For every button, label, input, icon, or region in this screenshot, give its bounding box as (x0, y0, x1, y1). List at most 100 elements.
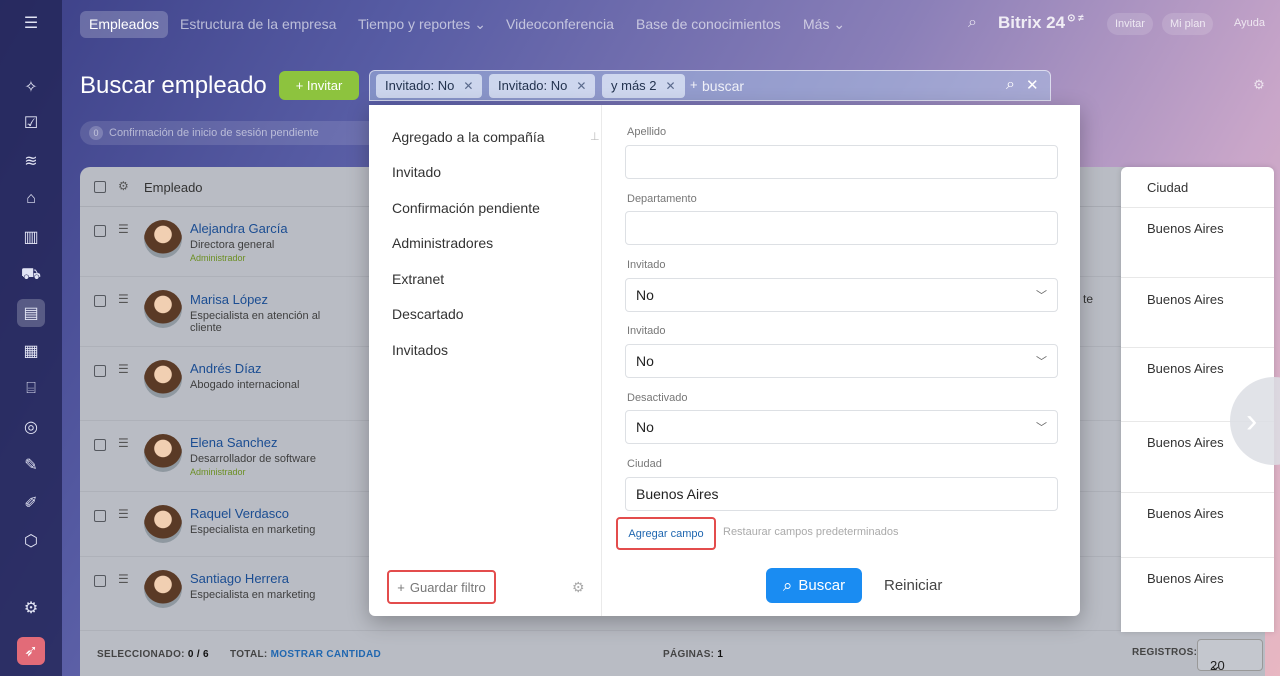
filter-tag[interactable]: Invitado: No ✕ (376, 74, 483, 98)
pen-icon[interactable]: ✐ (17, 489, 45, 517)
tab-tiempo-reportes[interactable]: Tiempo y reportes ⌄ (349, 11, 495, 38)
pin-icon[interactable]: ⊥ (590, 130, 600, 143)
top-navigation: Empleados Estructura de la empresa Tiemp… (62, 0, 1280, 48)
show-count-link[interactable]: MOSTRAR CANTIDAD (271, 649, 381, 660)
chevron-down-icon: ﹀ (1036, 422, 1047, 434)
employee-role: Administrador (190, 467, 246, 477)
sparkle-icon[interactable]: ✧ (17, 73, 45, 101)
drag-handle-icon[interactable]: ☰ (118, 362, 129, 376)
row-checkbox[interactable] (94, 439, 106, 451)
filter-tag[interactable]: y más 2 ✕ (602, 74, 685, 98)
column-employee: Empleado (144, 180, 203, 195)
chart-bars-icon[interactable]: ▥ (17, 223, 45, 251)
city-value: Buenos Aires (636, 486, 719, 502)
drag-handle-icon[interactable]: ☰ (118, 222, 129, 236)
help-link[interactable]: Ayuda (1234, 17, 1265, 29)
page-settings-icon[interactable]: ⚙ (1249, 75, 1269, 95)
drag-handle-icon[interactable]: ☰ (118, 572, 129, 586)
pending-label: Confirmación de inicio de sesión pendien… (109, 127, 319, 139)
close-icon[interactable]: ✕ (666, 79, 676, 93)
tab-base-conocimientos[interactable]: Base de conocimientos (627, 11, 790, 38)
tasks-check-icon[interactable]: ☑ (17, 109, 45, 137)
box-icon[interactable]: ⬡ (17, 527, 45, 555)
pending-confirmation-counter[interactable]: 0 Confirmación de inicio de sesión pendi… (80, 121, 380, 145)
row-checkbox[interactable] (94, 225, 106, 237)
drag-handle-icon[interactable]: ☰ (118, 292, 129, 306)
target-icon[interactable]: ◎ (17, 413, 45, 441)
invited-select[interactable]: No ﹀ (625, 344, 1058, 378)
tab-empleados[interactable]: Empleados (80, 11, 169, 38)
filter-settings-icon[interactable]: ⚙ (572, 579, 585, 596)
employee-role: Administrador (190, 253, 246, 263)
rocket-icon[interactable]: ➶ (17, 637, 45, 665)
search-icon[interactable]: ⌕ (1006, 76, 1015, 94)
row-checkbox[interactable] (94, 365, 106, 377)
surname-field[interactable] (625, 145, 1058, 179)
employee-name[interactable]: Elena Sanchez (190, 435, 277, 450)
chevron-down-icon: ⌄ (1210, 658, 1222, 673)
chevron-down-icon: ﹀ (1036, 290, 1047, 302)
settings-icon[interactable]: ⚙ (17, 594, 45, 622)
add-filter-plus: + (690, 77, 698, 92)
reset-button[interactable]: Reiniciar (884, 577, 942, 594)
preset-descartado[interactable]: Descartado (392, 306, 464, 322)
search-button[interactable]: ⌕ Buscar (766, 568, 862, 603)
close-icon[interactable]: ✕ (463, 79, 473, 93)
records-per-page-select[interactable]: 20 ⌄ (1197, 639, 1263, 673)
employees-card-icon[interactable]: ▤ (17, 299, 45, 327)
search-input[interactable] (702, 76, 992, 96)
preset-invitado[interactable]: Invitado (392, 164, 441, 180)
city-field[interactable]: Buenos Aires (625, 477, 1058, 511)
row-checkbox[interactable] (94, 575, 106, 587)
filter-tag[interactable]: Invitado: No ✕ (489, 74, 596, 98)
drag-handle-icon[interactable]: ☰ (118, 507, 129, 521)
column-settings-icon[interactable]: ⚙ (118, 179, 129, 193)
restore-default-fields-link[interactable]: Restaurar campos predeterminados (723, 526, 898, 538)
menu-icon[interactable]: ☰ (17, 9, 45, 37)
select-value: No (636, 353, 654, 369)
deactivated-select[interactable]: No ﹀ (625, 410, 1058, 444)
select-all-checkbox[interactable] (94, 181, 106, 193)
row-checkbox[interactable] (94, 510, 106, 522)
employee-name[interactable]: Raquel Verdasco (190, 506, 289, 521)
preset-administradores[interactable]: Administradores (392, 235, 493, 251)
tab-mas[interactable]: Más ⌄ (794, 11, 854, 38)
drag-handle-icon[interactable]: ☰ (118, 436, 129, 450)
clear-search-icon[interactable]: ✕ (1026, 76, 1039, 94)
employee-name[interactable]: Marisa López (190, 292, 268, 307)
tab-videoconferencia[interactable]: Videoconferencia (497, 11, 623, 38)
city-cell: Buenos Aires (1147, 221, 1224, 236)
filter-tag-label: Invitado: No (498, 78, 568, 93)
tab-estructura[interactable]: Estructura de la empresa (171, 11, 345, 38)
department-field[interactable] (625, 211, 1058, 245)
layers-icon[interactable]: ≋ (17, 147, 45, 175)
add-field-button[interactable]: Agregar campo (616, 517, 716, 550)
global-search-icon[interactable]: ⌕ (968, 14, 977, 32)
divider (1121, 207, 1274, 208)
employee-name[interactable]: Alejandra García (190, 221, 288, 236)
close-icon[interactable]: ✕ (576, 79, 586, 93)
preset-extranet[interactable]: Extranet (392, 271, 444, 287)
avatar (144, 570, 182, 608)
cart-icon[interactable]: ⛟ (17, 261, 45, 289)
employee-name[interactable]: Santiago Herrera (190, 571, 289, 586)
invite-button[interactable]: + Invitar (279, 71, 359, 100)
invite-top-button[interactable]: Invitar (1107, 13, 1153, 35)
preset-invitados[interactable]: Invitados (392, 342, 448, 358)
filter-search-bar[interactable]: Invitado: No ✕ Invitado: No ✕ y más 2 ✕ + ⌕… (369, 70, 1051, 101)
document-sign-icon[interactable]: ✎ (17, 451, 45, 479)
invited-select[interactable]: No ﹀ (625, 278, 1058, 312)
city-cell: Buenos Aires (1147, 506, 1224, 521)
employee-name[interactable]: Andrés Díaz (190, 361, 262, 376)
preset-confirmacion-pendiente[interactable]: Confirmación pendiente (392, 200, 540, 216)
calendar-icon[interactable]: ▦ (17, 337, 45, 365)
robot-icon[interactable]: ⌂ (17, 185, 45, 213)
avatar (144, 505, 182, 543)
preset-agregado[interactable]: Agregado a la compañía (392, 129, 545, 145)
total-counter: TOTAL: MOSTRAR CANTIDAD (230, 649, 381, 660)
row-checkbox[interactable] (94, 295, 106, 307)
employee-position: Directora general (190, 239, 275, 251)
save-filter-button[interactable]: + Guardar filtro (387, 570, 496, 604)
building-icon[interactable]: ⌸ (17, 375, 45, 403)
my-plan-button[interactable]: Mi plan (1162, 13, 1214, 35)
